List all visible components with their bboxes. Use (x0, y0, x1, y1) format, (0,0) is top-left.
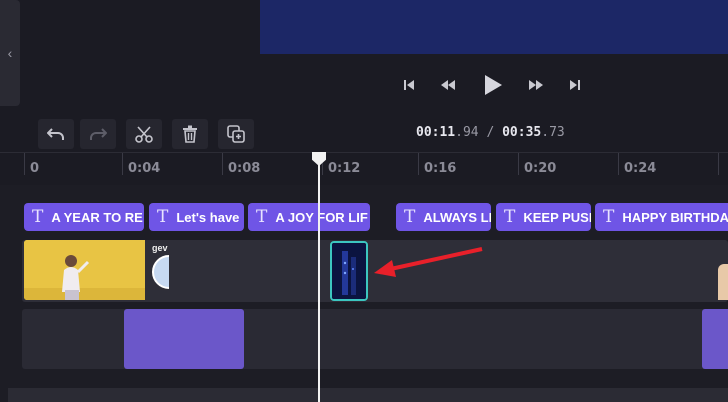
total-time-fraction: .73 (541, 125, 565, 140)
redo-icon (90, 128, 107, 140)
text-icon: T (603, 207, 615, 227)
timeline-scrollbar[interactable] (8, 388, 728, 402)
text-clip-label: ALWAYS LI (423, 209, 491, 225)
play-icon (485, 75, 502, 95)
text-icon: T (157, 207, 169, 227)
ruler-label: 0:12 (328, 161, 361, 176)
delete-icon (183, 125, 197, 143)
ruler-label: 0 (30, 161, 40, 176)
ruler-tick (418, 153, 419, 175)
text-clip[interactable]: T A YEAR TO RE (24, 203, 144, 231)
text-clip-label: A JOY FOR LIF (275, 209, 368, 225)
ruler-label: 0:20 (524, 161, 557, 176)
text-icon: T (256, 207, 268, 227)
current-time-fraction: .94 (455, 125, 479, 140)
text-clip[interactable]: T KEEP PUSH (496, 203, 591, 231)
undo-button[interactable] (38, 119, 74, 149)
time-separator: / (478, 125, 503, 140)
video-preview (260, 0, 728, 54)
sidebar-collapse-button[interactable]: ‹ (0, 0, 20, 106)
circle-badge-icon (152, 255, 169, 289)
ruler-tick (518, 153, 519, 175)
selected-video-clip[interactable] (330, 241, 368, 301)
split-button[interactable] (126, 119, 162, 149)
city-night-icon (332, 243, 366, 299)
skip-back-icon[interactable] (400, 76, 418, 94)
play-button[interactable] (480, 72, 506, 98)
text-icon: T (404, 207, 416, 227)
track-clip[interactable] (124, 309, 244, 369)
undo-icon (47, 128, 64, 140)
skip-forward-icon[interactable] (566, 76, 584, 94)
text-icon: T (32, 207, 44, 227)
video-clip-thumbnail[interactable] (718, 264, 728, 300)
fast-forward-icon[interactable] (526, 76, 546, 94)
person-photo-icon (24, 240, 145, 300)
video-clip-thumbnail[interactable]: gev (149, 240, 169, 300)
text-clip-label: HAPPY BIRTHDA (622, 209, 728, 225)
text-clip-label: Let's have (176, 209, 240, 225)
duplicate-button[interactable] (218, 119, 254, 149)
annotation-arrow-icon (374, 247, 483, 277)
text-clip[interactable]: T Let's have (149, 203, 244, 231)
ruler-label: 0:08 (228, 161, 261, 176)
ruler-tick (718, 153, 719, 175)
text-clip[interactable]: T ALWAYS LI (396, 203, 491, 231)
rewind-icon[interactable] (438, 76, 458, 94)
text-clip-label: A YEAR TO RE (51, 209, 143, 225)
ruler-label: 0:16 (424, 161, 457, 176)
track-clip[interactable] (702, 309, 728, 369)
text-clip[interactable]: T HAPPY BIRTHDA (595, 203, 728, 231)
ruler-tick (24, 153, 25, 175)
total-time: 00:35 (502, 125, 542, 140)
thumbnail-text: gev (152, 243, 168, 253)
chevron-left-icon: ‹ (7, 45, 13, 61)
text-icon: T (504, 207, 516, 227)
delete-button[interactable] (172, 119, 208, 149)
ruler-label: 0:24 (624, 161, 657, 176)
ruler-tick (222, 153, 223, 175)
ruler-tick (618, 153, 619, 175)
duplicate-icon (227, 125, 245, 143)
current-time: 00:11 (416, 125, 456, 140)
ruler-label: 0:04 (128, 161, 161, 176)
timecode-display: 00:11.94 / 00:35.73 (416, 125, 565, 140)
text-clip-label: KEEP PUSH (523, 209, 591, 225)
video-clip-thumbnail[interactable] (24, 240, 145, 300)
split-icon (135, 126, 153, 143)
ruler-tick (122, 153, 123, 175)
text-clip[interactable]: T A JOY FOR LIF (248, 203, 370, 231)
redo-button[interactable] (80, 119, 116, 149)
playhead-line[interactable] (318, 160, 320, 402)
